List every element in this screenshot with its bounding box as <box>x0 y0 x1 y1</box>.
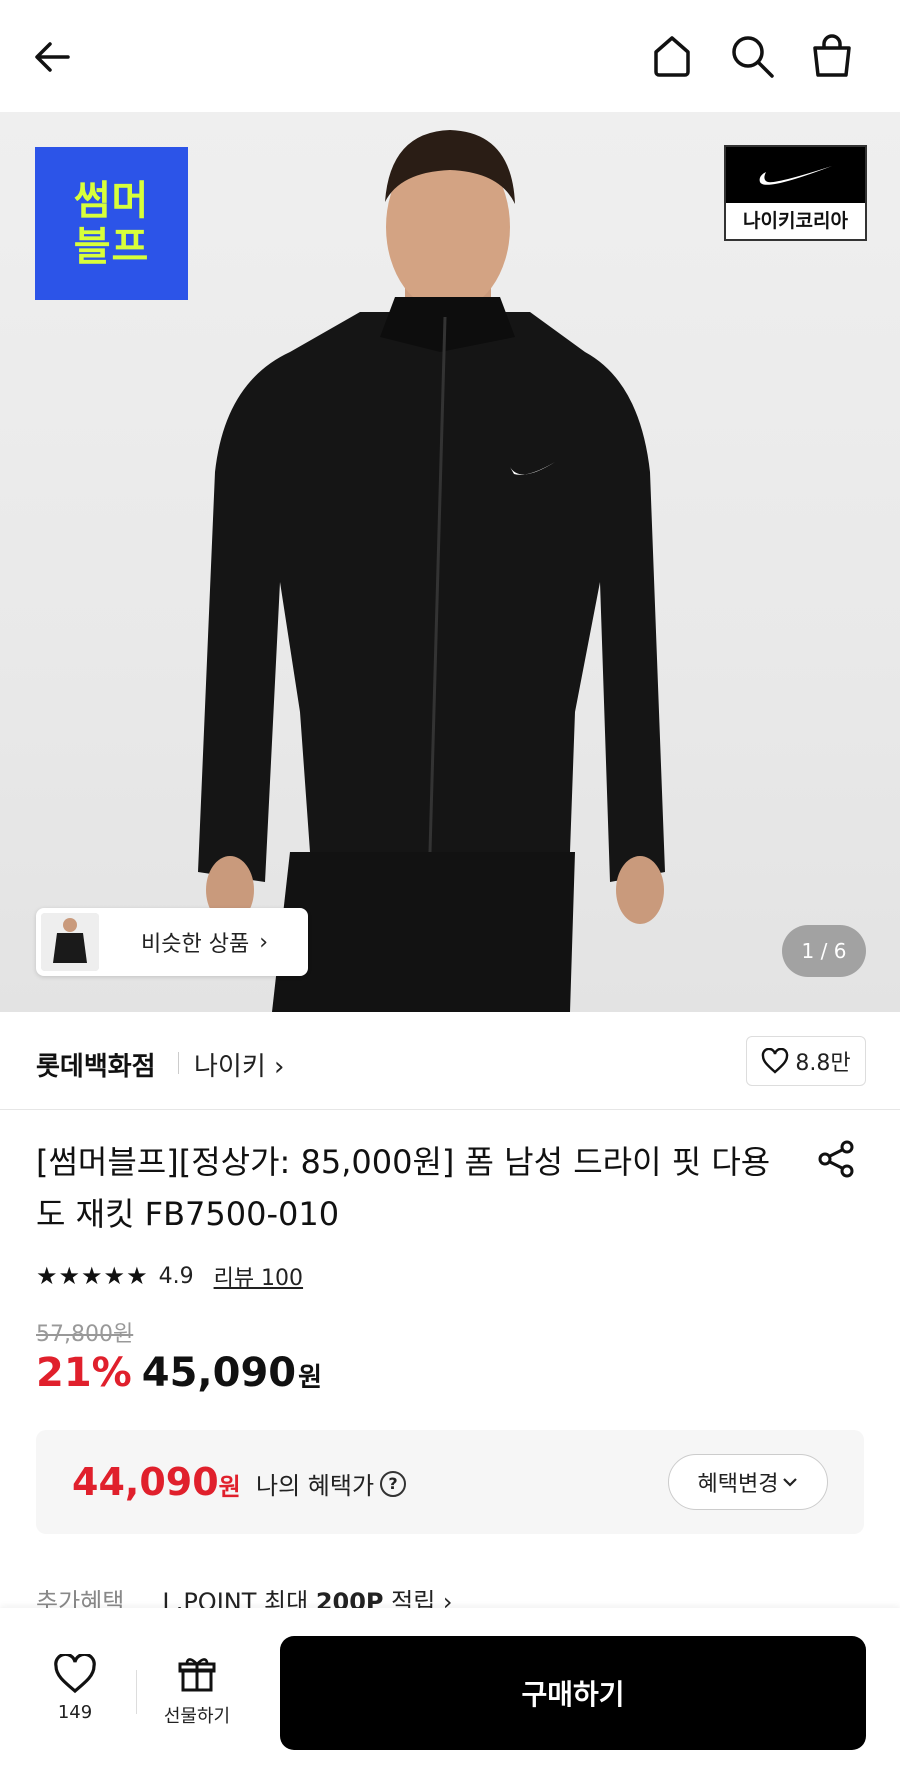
similar-product-thumbnail <box>41 913 99 971</box>
badge-line-2: 블프 <box>73 223 150 270</box>
chevron-right-icon: › <box>274 1052 285 1082</box>
like-button[interactable]: 8.8만 <box>746 1036 866 1086</box>
help-icon[interactable]: ? <box>380 1470 407 1497</box>
chevron-right-icon: › <box>259 929 269 955</box>
share-icon[interactable] <box>815 1138 857 1180</box>
my-benefit-price-box: 44,090원 나의 혜택가 ? 혜택변경 <box>36 1430 864 1534</box>
like-count: 8.8만 <box>795 1051 851 1076</box>
similar-products-button[interactable]: 비슷한 상품 › <box>36 908 308 976</box>
product-title: [썸머블프][정상가: 85,000원] 폼 남성 드라이 핏 다용도 재킷 F… <box>36 1143 771 1233</box>
change-benefit-button[interactable]: 혜택변경 <box>668 1454 828 1510</box>
brand-link[interactable]: 나이키 › <box>194 1046 284 1083</box>
sale-price-row: 21% 45,090 원 <box>36 1350 322 1396</box>
original-price: 57,800원 <box>36 1322 134 1347</box>
gift-button[interactable]: 선물하기 <box>150 1654 244 1728</box>
wishlist-count: 149 <box>57 1702 93 1723</box>
benefit-currency: 원 <box>218 1473 241 1501</box>
change-benefit-label: 혜택변경 <box>697 1472 779 1497</box>
star-rating-icon: ★★★★★ <box>36 1262 149 1290</box>
benefit-price-value: 44,090 <box>72 1460 219 1504</box>
arrow-left-icon[interactable] <box>30 34 76 80</box>
brand-badge-label: 나이키코리아 <box>743 210 848 232</box>
summer-black-friday-badge: 썸머 블프 <box>35 147 188 300</box>
similar-products-label: 비슷한 상품 <box>141 932 250 957</box>
top-navigation-bar <box>0 0 900 112</box>
heart-icon <box>762 1048 789 1074</box>
nike-swoosh-icon <box>759 166 832 185</box>
brand-name: 나이키 <box>194 1052 266 1082</box>
divider <box>178 1052 179 1074</box>
buy-button[interactable]: 구매하기 <box>280 1636 866 1750</box>
nike-korea-badge: 나이키코리아 <box>724 145 867 241</box>
rating-row: ★★★★★ 4.9 리뷰 100 <box>36 1260 303 1292</box>
store-info-row: 롯데백화점 나이키 › 8.8만 <box>0 1012 900 1110</box>
home-icon[interactable] <box>648 32 696 80</box>
shopping-bag-icon[interactable] <box>808 32 856 80</box>
discount-rate: 21% <box>36 1350 132 1396</box>
chevron-down-icon <box>783 1478 798 1487</box>
heart-icon <box>54 1652 96 1694</box>
bottom-action-bar: 149 선물하기 구매하기 <box>0 1608 900 1775</box>
divider <box>136 1670 137 1714</box>
store-name[interactable]: 롯데백화점 <box>36 1046 156 1083</box>
wishlist-button[interactable]: 149 <box>40 1652 110 1723</box>
rating-value: 4.9 <box>158 1263 194 1289</box>
gift-label: 선물하기 <box>163 1706 231 1727</box>
benefit-label-text: 나의 혜택가 <box>256 1472 375 1500</box>
currency-unit: 원 <box>298 1363 323 1393</box>
benefit-label: 나의 혜택가 ? <box>256 1466 407 1501</box>
review-link[interactable]: 리뷰 100 <box>214 1260 303 1292</box>
badge-line-1: 썸머 <box>73 177 150 224</box>
benefit-price: 44,090원 <box>72 1460 241 1504</box>
search-icon[interactable] <box>728 32 776 80</box>
gift-icon <box>178 1658 216 1692</box>
sale-price: 45,090 <box>141 1350 297 1396</box>
product-image-carousel[interactable]: 썸머 블프 나이키코리아 비슷한 상품 › 1 / 6 <box>0 112 900 1012</box>
image-page-indicator: 1 / 6 <box>782 925 866 977</box>
